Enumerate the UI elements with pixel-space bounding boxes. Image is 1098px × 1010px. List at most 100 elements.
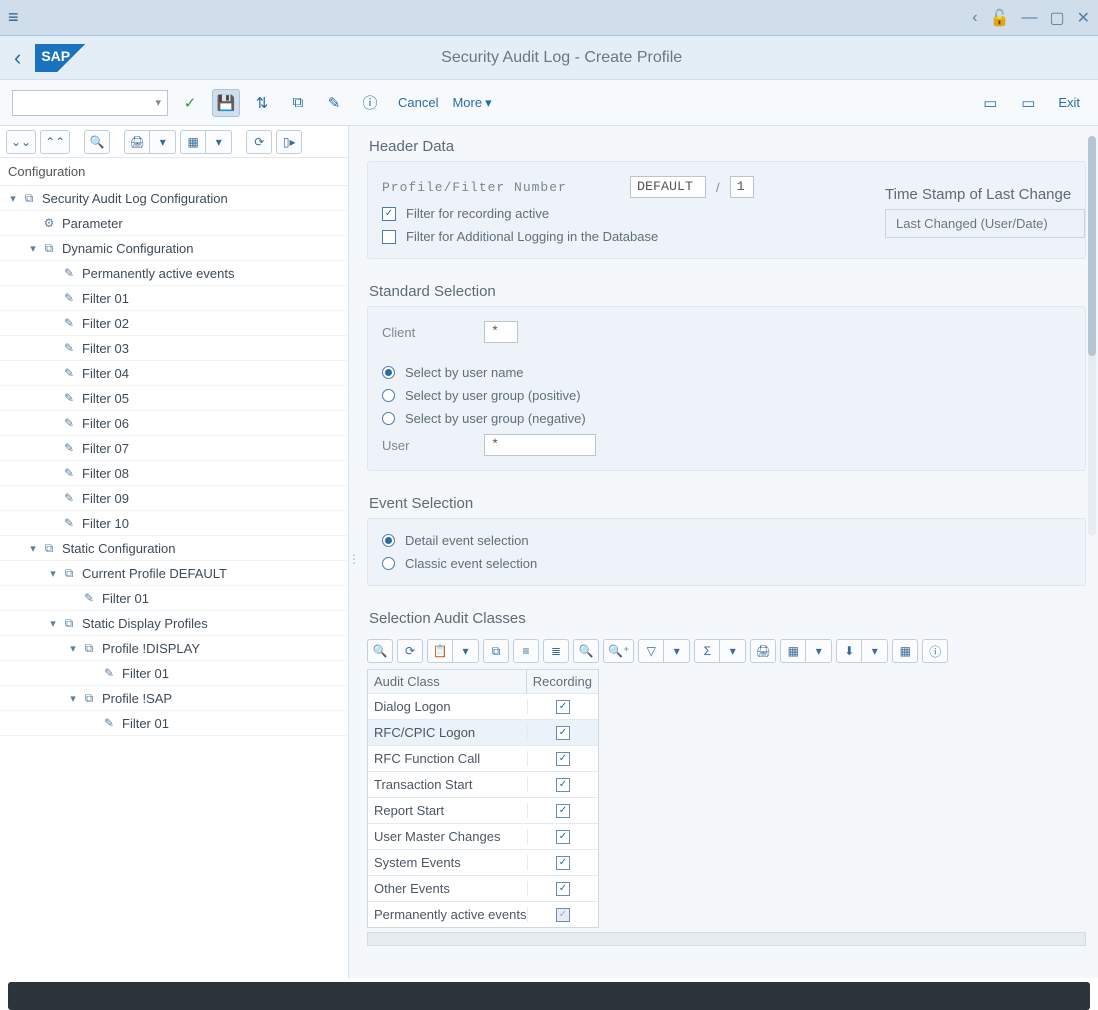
grid-icon[interactable]: ▦ — [180, 130, 206, 154]
table-row[interactable]: RFC/CPIC Logon — [368, 719, 598, 745]
info-icon[interactable]: ⓘ — [356, 89, 384, 117]
tree-row[interactable]: ▾⧉Profile !DISPLAY — [0, 636, 348, 661]
classic-event-radio[interactable] — [382, 557, 395, 570]
twisty-icon[interactable]: ▾ — [66, 642, 80, 655]
minimize-icon[interactable]: — — [1021, 9, 1037, 27]
recording-checkbox[interactable] — [556, 830, 570, 844]
close-icon[interactable]: ✕ — [1077, 8, 1090, 28]
exit-button[interactable]: Exit — [1052, 95, 1086, 110]
user-input[interactable] — [484, 434, 596, 456]
tree-row[interactable]: ✎Filter 05 — [0, 386, 348, 411]
select-by-group-neg-radio[interactable] — [382, 412, 395, 425]
find2-icon[interactable]: 🔍 — [573, 639, 599, 663]
table-row[interactable]: Permanently active events — [368, 901, 598, 927]
download-icon[interactable]: ⬇ — [836, 639, 862, 663]
tree-row[interactable]: ✎Filter 10 — [0, 511, 348, 536]
save-icon[interactable]: 💾 — [212, 89, 240, 117]
grid-dd-icon[interactable]: ▾ — [206, 130, 232, 154]
refresh2-icon[interactable]: ⟳ — [397, 639, 423, 663]
command-field[interactable]: ▾ — [12, 90, 168, 116]
layout2-icon[interactable]: ▭ — [1014, 89, 1042, 117]
tree-row[interactable]: ▾⧉Static Configuration — [0, 536, 348, 561]
collapse-all-icon[interactable]: ⌃⌃ — [40, 130, 70, 154]
tree-row[interactable]: ✎Filter 07 — [0, 436, 348, 461]
tree-row[interactable]: ✎Filter 02 — [0, 311, 348, 336]
clipboard-dd-icon[interactable]: ▾ — [453, 639, 479, 663]
sort-asc-icon[interactable]: ≡ — [513, 639, 539, 663]
last-changed-button[interactable]: Last Changed (User/Date) — [885, 209, 1085, 238]
recording-checkbox[interactable] — [556, 778, 570, 792]
download-dd-icon[interactable]: ▾ — [862, 639, 888, 663]
twisty-icon[interactable]: ▾ — [66, 692, 80, 705]
expand-all-icon[interactable]: ⌄⌄ — [6, 130, 36, 154]
page-icon[interactable]: ▯▸ — [276, 130, 302, 154]
accept-icon[interactable]: ✓ — [176, 89, 204, 117]
table-row[interactable]: Other Events — [368, 875, 598, 901]
tree-row[interactable]: ▾⧉Dynamic Configuration — [0, 236, 348, 261]
tree-row[interactable]: ✎Filter 01 — [0, 286, 348, 311]
filter-number-input[interactable] — [730, 176, 754, 198]
table-row[interactable]: User Master Changes — [368, 823, 598, 849]
back-button[interactable]: ‹ — [14, 45, 21, 71]
filter-dd-icon[interactable]: ▾ — [664, 639, 690, 663]
export-icon[interactable]: ▦ — [780, 639, 806, 663]
menu-icon[interactable]: ≡ — [8, 7, 19, 28]
layout-icon[interactable]: ▦ — [892, 639, 918, 663]
additional-logging-checkbox[interactable] — [382, 230, 396, 244]
client-input[interactable] — [484, 321, 518, 343]
recording-checkbox[interactable] — [556, 752, 570, 766]
detail-event-radio[interactable] — [382, 534, 395, 547]
recording-checkbox[interactable] — [556, 856, 570, 870]
profile-input[interactable] — [630, 176, 706, 198]
recording-checkbox[interactable] — [556, 726, 570, 740]
refresh-icon[interactable]: ⟳ — [246, 130, 272, 154]
chevron-left-icon[interactable]: ‹ — [972, 9, 977, 27]
tree-row[interactable]: ✎Filter 01 — [0, 586, 348, 611]
clipboard-icon[interactable]: 📋 — [427, 639, 453, 663]
col-audit-class[interactable]: Audit Class — [368, 670, 527, 693]
tree-row[interactable]: ✎Filter 08 — [0, 461, 348, 486]
twisty-icon[interactable]: ▾ — [26, 542, 40, 555]
copy-icon[interactable]: ⧉ — [284, 89, 312, 117]
export-dd-icon[interactable]: ▾ — [806, 639, 832, 663]
find-icon[interactable]: 🔍 — [84, 130, 110, 154]
select-by-username-radio[interactable] — [382, 366, 395, 379]
table-row[interactable]: System Events — [368, 849, 598, 875]
cancel-button[interactable]: Cancel — [392, 95, 444, 110]
recording-checkbox[interactable] — [556, 804, 570, 818]
table-row[interactable]: RFC Function Call — [368, 745, 598, 771]
tree-row[interactable]: ▾⧉Static Display Profiles — [0, 611, 348, 636]
edit-icon[interactable]: ✎ — [320, 89, 348, 117]
tree-row[interactable]: ✎Filter 03 — [0, 336, 348, 361]
sort-desc-icon[interactable]: ≣ — [543, 639, 569, 663]
table-row[interactable]: Transaction Start — [368, 771, 598, 797]
tree-row[interactable]: ✎Permanently active events — [0, 261, 348, 286]
more-button[interactable]: More▾ — [452, 95, 491, 111]
tree-row[interactable]: ▾⧉Current Profile DEFAULT — [0, 561, 348, 586]
print-icon[interactable]: 🖨 — [124, 130, 150, 154]
scrollbar[interactable] — [1088, 136, 1096, 536]
tree-row[interactable]: ▾⧉Security Audit Log Configuration — [0, 186, 348, 211]
tree-row[interactable]: ✎Filter 06 — [0, 411, 348, 436]
print-dd-icon[interactable]: ▾ — [150, 130, 176, 154]
sum-icon[interactable]: Σ — [694, 639, 720, 663]
tree-row[interactable]: ✎Filter 01 — [0, 711, 348, 736]
scrollbar-thumb[interactable] — [1088, 136, 1096, 356]
recording-checkbox[interactable] — [556, 882, 570, 896]
maximize-icon[interactable]: ▢ — [1049, 8, 1064, 28]
tree-row[interactable]: ✎Filter 09 — [0, 486, 348, 511]
tree-row[interactable]: ✎Filter 01 — [0, 661, 348, 686]
lock-open-icon[interactable]: 🔓 — [990, 8, 1010, 28]
select-by-group-pos-radio[interactable] — [382, 389, 395, 402]
twisty-icon[interactable]: ▾ — [46, 617, 60, 630]
tree-row[interactable]: ▾⧉Profile !SAP — [0, 686, 348, 711]
tree-row[interactable]: ✎Filter 04 — [0, 361, 348, 386]
print2-icon[interactable]: 🖨 — [750, 639, 776, 663]
find-next-icon[interactable]: 🔍⁺ — [603, 639, 634, 663]
h-scrollbar[interactable] — [367, 932, 1086, 946]
layout1-icon[interactable]: ▭ — [976, 89, 1004, 117]
filter-active-checkbox[interactable] — [382, 207, 396, 221]
sum-dd-icon[interactable]: ▾ — [720, 639, 746, 663]
info2-icon[interactable]: ⓘ — [922, 639, 948, 663]
recording-checkbox[interactable] — [556, 700, 570, 714]
